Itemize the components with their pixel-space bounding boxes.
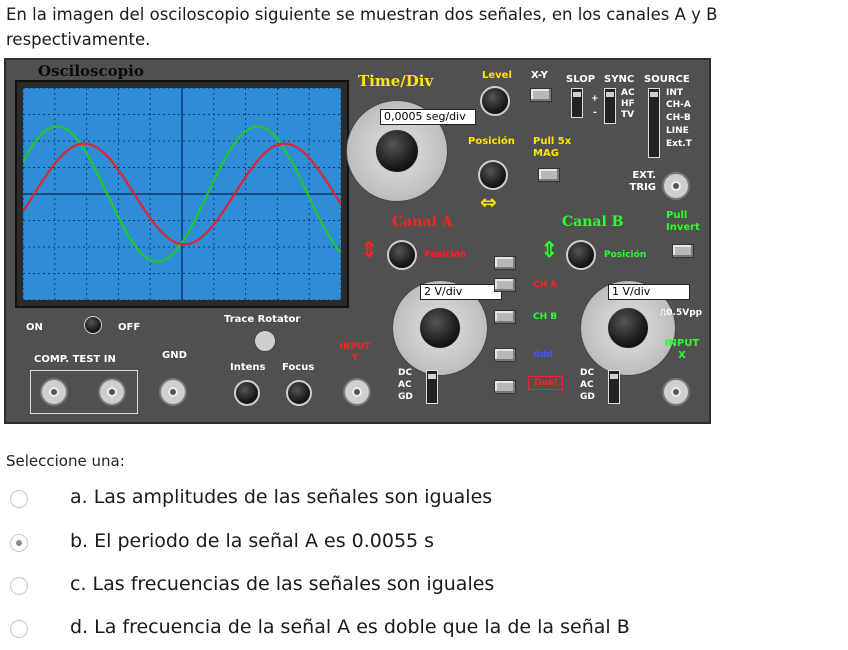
canal-a-position-label: Posición <box>424 250 467 260</box>
source-switch[interactable] <box>648 88 660 158</box>
option-d[interactable]: d. La frecuencia de la señal A es doble … <box>10 614 790 644</box>
add-button[interactable] <box>494 348 516 362</box>
slop-minus: - <box>593 108 597 118</box>
input-x-connector[interactable] <box>662 378 690 406</box>
coupling-a-ac: AC <box>398 380 412 390</box>
input-x-label: INPUT X <box>664 338 700 361</box>
ch-b-label: CH B <box>533 312 558 322</box>
option-c-radio[interactable] <box>10 577 28 595</box>
level-label: Level <box>482 70 512 81</box>
comp-test-connector-1[interactable] <box>40 378 68 406</box>
canal-b-volts-readout: 1 V/div <box>608 284 690 300</box>
intens-knob[interactable] <box>234 380 260 406</box>
pull-mag-label: Pull 5x MAG <box>533 136 572 159</box>
canal-b-volts-knob[interactable] <box>606 306 650 350</box>
gnd-connector[interactable] <box>159 378 187 406</box>
input-y-connector[interactable] <box>343 378 371 406</box>
sync-option-hf: HF <box>621 99 635 109</box>
option-a[interactable]: a. Las amplitudes de las señales son igu… <box>10 484 790 514</box>
canal-b-vertical-arrow-icon: ⇕ <box>540 238 559 263</box>
ext-trig-connector[interactable] <box>662 172 690 200</box>
time-div-readout: 0,0005 seg/div <box>380 109 476 125</box>
coupling-a-switch[interactable] <box>426 370 438 404</box>
time-div-knob[interactable] <box>374 128 420 174</box>
trace-rotator-control[interactable] <box>254 330 276 352</box>
dual-label: Dual <box>528 376 564 390</box>
select-prompt: Seleccione una: <box>6 452 125 470</box>
sync-label: SYNC <box>604 74 635 85</box>
oscilloscope-screen <box>15 80 349 308</box>
intens-label: Intens <box>230 362 266 373</box>
source-label: SOURCE <box>644 74 690 85</box>
pull-mag-button[interactable] <box>538 168 560 182</box>
canal-a-volts-readout: 2 V/div <box>420 284 502 300</box>
source-option-line: LINE <box>666 126 689 136</box>
input-y-label: INPUT Y <box>339 342 371 363</box>
coupling-b-switch[interactable] <box>608 370 620 404</box>
option-a-label: a. Las amplitudes de las señales son igu… <box>70 486 493 508</box>
ch-a-button[interactable] <box>494 278 516 292</box>
slop-label: SLOP <box>566 74 596 85</box>
ext-trig-label: EXT. TRIG <box>629 170 656 193</box>
canal-a-position-knob[interactable] <box>387 240 417 270</box>
option-a-radio[interactable] <box>10 490 28 508</box>
option-c-label: c. Las frecuencias de las señales son ig… <box>70 573 495 595</box>
ch-b-button[interactable] <box>494 310 516 324</box>
canal-a-label: Canal A <box>392 214 453 230</box>
pull-invert-button[interactable] <box>672 244 694 258</box>
coupling-a-gd: GD <box>398 392 413 402</box>
add-label: Add <box>533 350 553 360</box>
horizontal-position-label: Posición <box>468 136 515 147</box>
focus-label: Focus <box>282 362 315 373</box>
on-label: ON <box>26 322 43 333</box>
slop-plus: + <box>591 94 599 104</box>
source-option-chb: CH-B <box>666 113 691 123</box>
waveform-display <box>23 88 341 300</box>
gnd-label: GND <box>162 350 187 361</box>
horizontal-arrow-icon: ⇔ <box>480 190 497 214</box>
source-option-int: INT <box>666 88 684 98</box>
question-text: En la imagen del osciloscopio siguiente … <box>6 5 718 49</box>
sync-option-tv: TV <box>621 110 635 120</box>
trace-rotator-label: Trace Rotator <box>224 314 301 325</box>
canal-b-position-label: Posición <box>604 250 647 260</box>
coupling-a-dc: DC <box>398 368 413 378</box>
option-b[interactable]: b. El periodo de la señal A es 0.0055 s <box>10 528 790 558</box>
oscilloscope-image: Osciloscopio Time/Div 0,0005 seg/div Lev… <box>4 58 711 424</box>
source-option-cha: CH-A <box>666 100 691 110</box>
slop-switch[interactable] <box>571 88 583 118</box>
off-label: OFF <box>118 322 141 333</box>
coupling-b-dc: DC <box>580 368 595 378</box>
option-d-label: d. La frecuencia de la señal A es doble … <box>70 616 630 638</box>
xy-label: X-Y <box>531 70 548 81</box>
canal-a-vertical-arrow-icon: ⇕ <box>360 238 379 263</box>
level-knob[interactable] <box>480 86 510 116</box>
option-c[interactable]: c. Las frecuencias de las señales son ig… <box>10 571 790 601</box>
option-b-label: b. El periodo de la señal A es 0.0055 s <box>70 530 435 552</box>
sync-option-ac: AC <box>621 88 635 98</box>
calibration-label: ⎍0.5Vpp <box>660 308 703 318</box>
option-d-radio[interactable] <box>10 620 28 638</box>
coupling-b-gd: GD <box>580 392 595 402</box>
coupling-b-ac: AC <box>580 380 594 390</box>
canal-a-volts-knob[interactable] <box>418 306 462 350</box>
dual-button[interactable] <box>494 380 516 394</box>
canal-b-label: Canal B <box>562 214 624 230</box>
ch-a-label: CH A <box>533 280 558 290</box>
xy-button[interactable] <box>530 88 552 102</box>
oscilloscope-title: Osciloscopio <box>38 62 144 80</box>
canal-b-position-knob[interactable] <box>566 240 596 270</box>
focus-knob[interactable] <box>286 380 312 406</box>
sync-switch[interactable] <box>604 88 616 124</box>
power-switch[interactable] <box>84 316 102 334</box>
source-option-ext: Ext.T <box>666 139 692 149</box>
option-b-radio[interactable] <box>10 534 28 552</box>
comp-test-connector-2[interactable] <box>98 378 126 406</box>
horizontal-position-knob[interactable] <box>478 160 508 190</box>
canal-a-small-button[interactable] <box>494 256 516 270</box>
pull-invert-label: Pull Invert <box>666 210 700 233</box>
comp-test-in-label: COMP. TEST IN <box>34 354 116 365</box>
time-div-label: Time/Div <box>358 72 434 90</box>
